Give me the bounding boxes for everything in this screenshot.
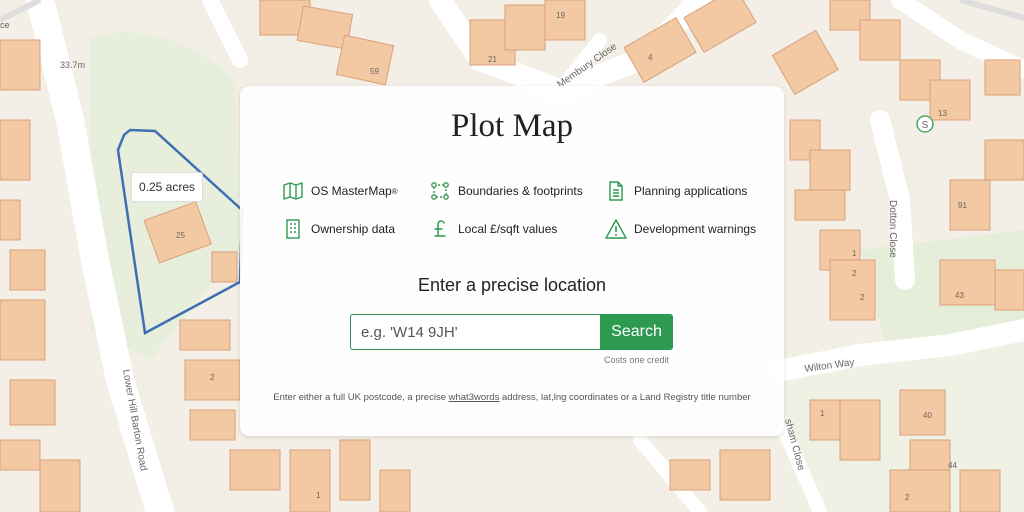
map-icon: [282, 180, 304, 202]
house-number: 13: [938, 109, 947, 118]
road-label: Dotton Close: [887, 200, 898, 258]
pound-icon: [429, 218, 451, 240]
road-label: ce: [0, 20, 10, 30]
feature-boundaries: Boundaries & footprints: [429, 180, 583, 202]
building-icon: [282, 218, 304, 240]
feature-label: Planning applications: [634, 184, 748, 198]
feature-os-mastermap: OS MasterMap ®: [282, 180, 398, 202]
feature-planning: Planning applications: [605, 180, 747, 202]
warning-icon: [605, 218, 627, 240]
registered-mark: ®: [391, 186, 398, 196]
house-number: 40: [923, 411, 932, 420]
feature-ownership: Ownership data: [282, 218, 395, 240]
feature-sqft-values: Local £/sqft values: [429, 218, 557, 240]
house-number: 4: [648, 53, 653, 62]
station-marker-label: S: [922, 120, 929, 131]
plot-area-label: 0.25 acres: [131, 172, 203, 202]
house-number: 2: [905, 493, 910, 502]
house-number: 59: [370, 67, 379, 76]
location-search-input[interactable]: [350, 314, 609, 350]
feature-label: Local £/sqft values: [458, 222, 558, 236]
hint-text: Enter either a full UK postcode, a preci…: [273, 392, 449, 403]
search-card: Plot Map OS MasterMap ® Boundaries & foot…: [240, 86, 784, 436]
house-number: 1: [820, 409, 825, 418]
page-title: Plot Map: [451, 108, 573, 144]
feature-label: Development warnings: [634, 222, 757, 236]
boundaries-icon: [429, 180, 451, 202]
house-number: 44: [948, 461, 957, 470]
what3words-link[interactable]: what3words: [449, 392, 500, 403]
hint-text: address, lat,lng coordinates or a Land R…: [499, 392, 751, 403]
house-number: 19: [556, 11, 565, 20]
house-number: 1: [852, 249, 857, 258]
house-number: 2: [860, 293, 865, 302]
feature-development-warnings: Development warnings: [605, 218, 756, 240]
feature-label: Boundaries & footprints: [458, 184, 583, 198]
house-number: 2: [210, 373, 215, 382]
search-hint: Enter either a full UK postcode, a preci…: [240, 392, 784, 403]
house-number: 25: [176, 231, 185, 240]
document-icon: [605, 180, 627, 202]
scale-label: 33.7m: [60, 60, 85, 70]
house-number: 21: [488, 55, 497, 64]
house-number: 1: [316, 491, 321, 500]
house-number: 43: [955, 291, 964, 300]
search-heading: Enter a precise location: [417, 275, 607, 295]
search-button[interactable]: Search: [600, 314, 673, 350]
feature-label: Ownership data: [311, 222, 396, 236]
house-number: 91: [958, 201, 967, 210]
cost-note: Costs one credit: [603, 355, 670, 365]
feature-label: OS MasterMap: [311, 184, 392, 198]
house-number: 2: [852, 269, 857, 278]
